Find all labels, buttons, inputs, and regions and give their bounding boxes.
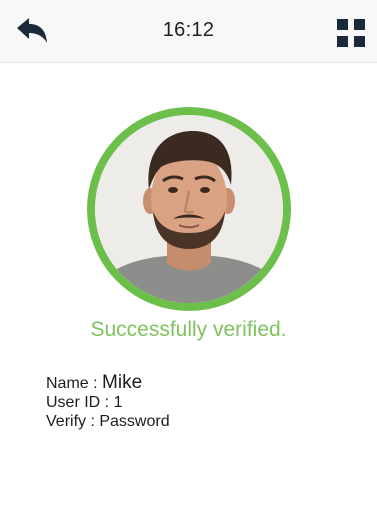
top-bar: 16:12: [0, 0, 377, 63]
verification-screen: 16:12 Successfully verified. Name: Mike…: [0, 0, 377, 506]
name-value: Mike: [102, 372, 143, 393]
grid-menu-icon: [337, 19, 365, 47]
user-id-value: 1: [113, 394, 123, 411]
name-label: Name :: [46, 375, 103, 392]
user-id-label: User ID :: [46, 394, 114, 411]
name-row: Name : Mike: [46, 373, 170, 393]
clock-time: 16:12: [162, 19, 215, 41]
verify-label: Verify :: [46, 413, 100, 430]
verification-status: Successfully verified.: [90, 318, 287, 341]
menu-button[interactable]: [335, 17, 367, 49]
user-info: Name : Mike User ID : 1 Verify : Passwor…: [46, 373, 170, 431]
user-face-image: [95, 115, 283, 303]
verify-row: Verify : Password: [46, 412, 170, 431]
user-id-row: User ID : 1: [46, 393, 170, 412]
verify-value: Password: [99, 413, 170, 430]
user-photo: [87, 107, 291, 311]
